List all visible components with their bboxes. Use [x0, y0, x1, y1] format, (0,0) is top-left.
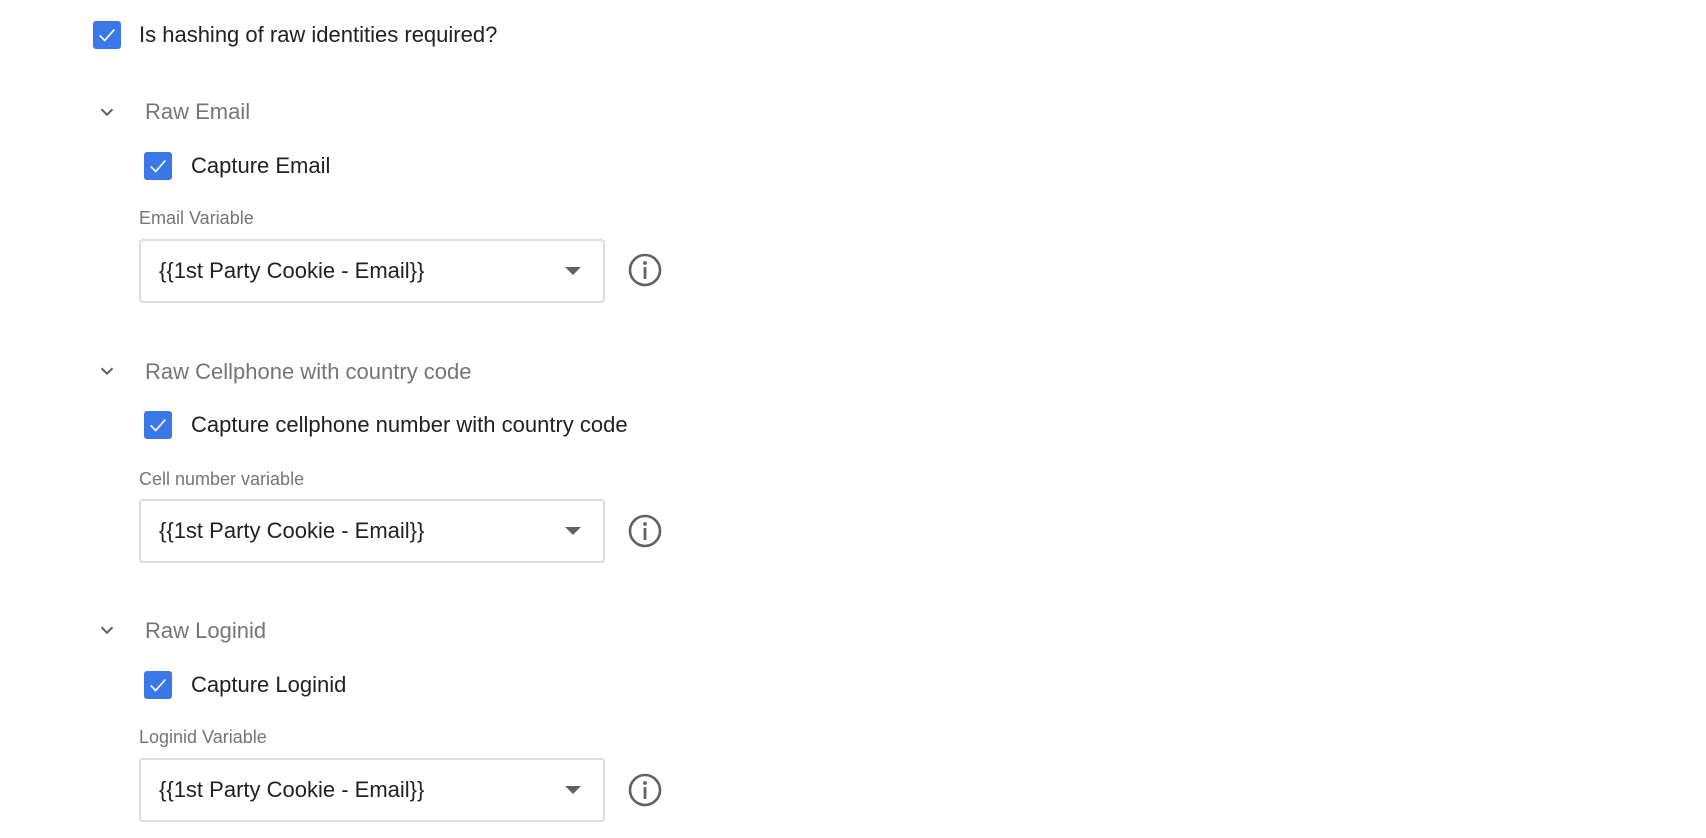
info-icon[interactable]: [627, 772, 663, 808]
capture-loginid-label: Capture Loginid: [191, 672, 347, 697]
email-variable-value: {{1st Party Cookie - Email}}: [159, 258, 425, 283]
checkmark-icon: [99, 28, 115, 42]
section-title-raw-loginid: Raw Loginid: [145, 618, 267, 643]
section-title-raw-email: Raw Email: [145, 99, 251, 124]
loginid-variable-label: Loginid Variable: [139, 727, 267, 747]
info-icon[interactable]: [627, 513, 663, 549]
capture-email-checkbox[interactable]: [144, 152, 172, 180]
chevron-down-icon: [100, 626, 114, 635]
section-toggle-raw-email[interactable]: [93, 98, 121, 126]
hashing-checkbox-label: Is hashing of raw identities required?: [139, 22, 498, 47]
capture-email-label: Capture Email: [191, 153, 331, 178]
capture-cellphone-label: Capture cellphone number with country co…: [191, 412, 628, 437]
cell-number-variable-select[interactable]: {{1st Party Cookie - Email}}: [139, 499, 605, 563]
dropdown-arrow-icon: [565, 267, 581, 275]
capture-loginid-checkbox[interactable]: [144, 671, 172, 699]
capture-cellphone-checkbox[interactable]: [144, 411, 172, 439]
chevron-down-icon: [100, 367, 114, 376]
section-toggle-raw-cellphone[interactable]: [93, 357, 121, 385]
email-variable-label: Email Variable: [139, 208, 254, 228]
chevron-down-icon: [100, 108, 114, 117]
dropdown-arrow-icon: [565, 786, 581, 794]
checkmark-icon: [150, 678, 166, 692]
loginid-variable-value: {{1st Party Cookie - Email}}: [159, 777, 425, 802]
checkmark-icon: [150, 159, 166, 173]
cell-number-variable-value: {{1st Party Cookie - Email}}: [159, 518, 425, 543]
cell-number-variable-label: Cell number variable: [139, 469, 305, 489]
dropdown-arrow-icon: [565, 527, 581, 535]
info-icon[interactable]: [627, 252, 663, 288]
email-variable-select[interactable]: {{1st Party Cookie - Email}}: [139, 239, 605, 303]
loginid-variable-select[interactable]: {{1st Party Cookie - Email}}: [139, 758, 605, 822]
checkmark-icon: [150, 418, 166, 432]
section-title-raw-cellphone: Raw Cellphone with country code: [145, 359, 472, 384]
hashing-checkbox[interactable]: [93, 21, 121, 49]
section-toggle-raw-loginid[interactable]: [93, 616, 121, 644]
